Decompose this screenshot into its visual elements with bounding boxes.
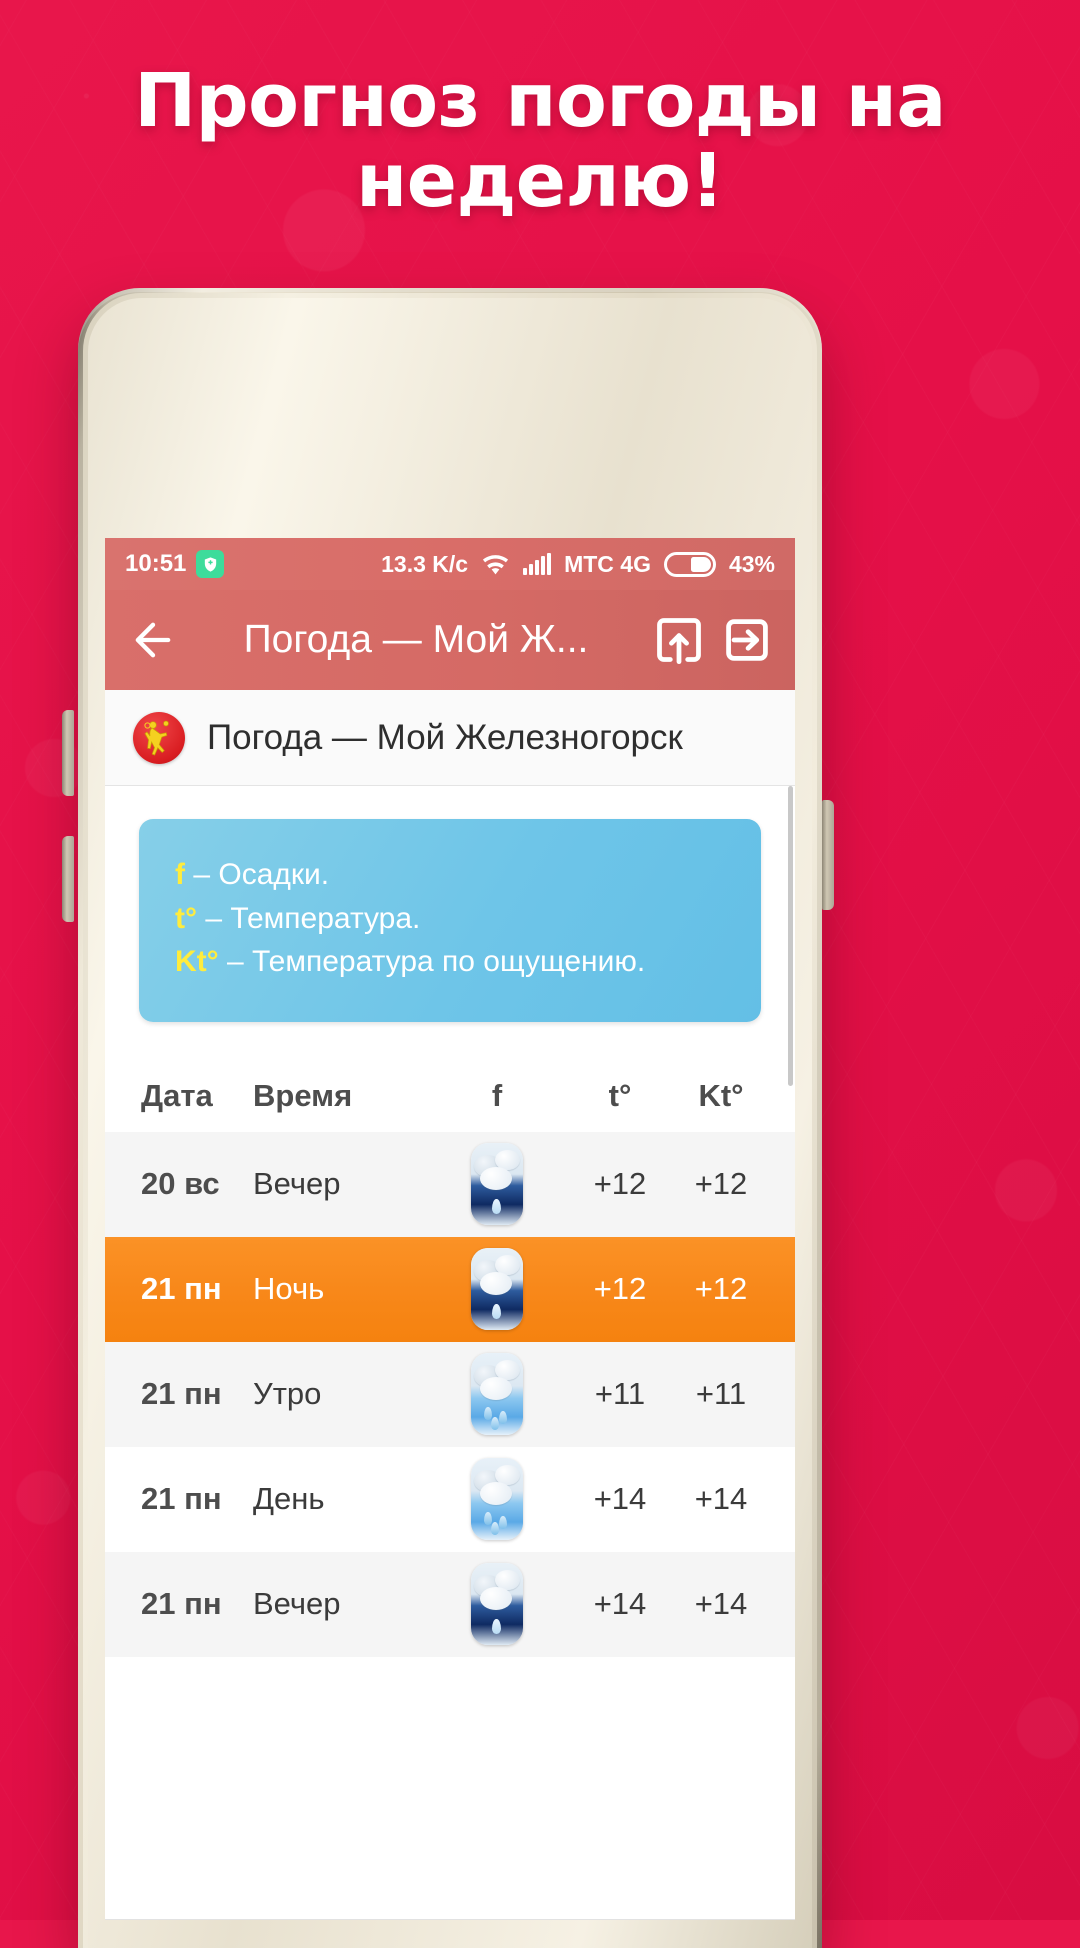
column-header-feels-like: Kt° <box>698 1077 744 1113</box>
volume-down-button[interactable] <box>62 836 74 922</box>
legend-text: – Температура. <box>197 901 421 935</box>
cell-date: 21 пн <box>141 1376 222 1411</box>
page-content: f – Осадки. t° – Температура. Kt° – Темп… <box>105 786 795 1919</box>
cell-feels-like: +14 <box>694 1481 748 1516</box>
cloudy-rain-day-icon <box>471 1353 523 1435</box>
battery-icon <box>663 551 716 577</box>
table-row[interactable]: 21 пн Ночь +12 +12 <box>105 1236 795 1342</box>
signal-bars-icon <box>523 553 552 575</box>
cell-temperature: +11 <box>594 1376 646 1411</box>
exit-icon[interactable] <box>721 614 773 666</box>
cell-temperature: +14 <box>593 1586 647 1621</box>
share-icon[interactable] <box>653 614 705 666</box>
promo-headline-line-2: неделю! <box>356 137 724 224</box>
cell-temperature: +14 <box>593 1481 647 1516</box>
legend-text: – Осадки. <box>185 858 330 891</box>
cloudy-rain-night-icon <box>471 1248 523 1330</box>
promo-headline: Прогноз погоды на неделю! <box>0 58 1080 224</box>
table-row[interactable]: 21 пн Утро +11 +11 <box>105 1341 795 1447</box>
app-bar: Погода — Мой Ж... <box>105 590 795 690</box>
cell-temperature: +12 <box>593 1166 647 1201</box>
legend-item: Kt° – Температура по ощущению. <box>175 940 725 984</box>
cell-precipitation <box>429 1353 565 1435</box>
status-time: 10:51 <box>125 550 187 577</box>
cell-feels-like: +11 <box>695 1376 747 1411</box>
volume-up-button[interactable] <box>62 710 74 796</box>
cell-date: 21 пн <box>141 1481 222 1516</box>
cell-time: Утро <box>253 1376 322 1411</box>
page-title: Погода — Мой Железногорск <box>207 717 683 757</box>
cell-precipitation <box>429 1248 565 1330</box>
data-rate-label: 13.3 K/c <box>381 550 469 577</box>
table-row[interactable]: 21 пн День +14 +14 <box>105 1447 795 1552</box>
legend-text: – Температура по ощущению. <box>218 945 646 978</box>
cell-temperature: +12 <box>593 1271 647 1306</box>
status-bar: 10:51 13.3 K/c MTC 4G 43% <box>105 538 795 590</box>
legend-key: f <box>175 858 185 891</box>
page-header: Погода — Мой Железногорск <box>105 690 795 786</box>
cell-feels-like: +12 <box>694 1271 748 1306</box>
cell-time: Ночь <box>253 1271 325 1306</box>
cell-date: 21 пн <box>141 1586 222 1621</box>
cloudy-rain-day-icon <box>471 1458 523 1540</box>
battery-percent-label: 43% <box>728 550 775 577</box>
cell-precipitation <box>429 1563 565 1645</box>
carrier-label: MTC 4G <box>564 550 651 577</box>
table-header-row: Дата Время f t° Kt° <box>105 1059 795 1132</box>
cloudy-rain-night-icon <box>471 1563 523 1645</box>
power-button[interactable] <box>822 800 834 910</box>
column-header-date: Дата <box>141 1077 213 1113</box>
back-arrow-icon[interactable] <box>127 614 179 666</box>
wifi-icon <box>481 553 510 576</box>
forecast-table: Дата Время f t° Kt° 20 вс Вечер +12 +12 21 п… <box>105 1059 795 1657</box>
cell-date: 20 вс <box>141 1166 220 1201</box>
legend-key: Kt° <box>175 945 219 978</box>
cloudy-rain-night-icon <box>471 1143 523 1225</box>
phone-screen: 10:51 13.3 K/c MTC 4G 43% Погода — Мой Ж… <box>105 538 795 1920</box>
cell-time: День <box>253 1481 325 1516</box>
cell-time: Вечер <box>253 1166 341 1201</box>
promo-headline-line-1: Прогноз погоды на <box>134 58 946 144</box>
column-header-time: Время <box>253 1077 353 1113</box>
scrollbar[interactable] <box>788 786 793 1086</box>
column-header-temperature: t° <box>608 1077 632 1113</box>
app-bar-title: Погода — Мой Ж... <box>243 618 589 661</box>
table-row[interactable]: 20 вс Вечер +12 +12 <box>105 1131 795 1237</box>
cell-date: 21 пн <box>141 1271 222 1306</box>
bear-emblem-icon <box>144 720 169 755</box>
cell-time: Вечер <box>253 1586 341 1621</box>
cell-precipitation <box>429 1143 565 1225</box>
column-header-precipitation: f <box>491 1077 503 1113</box>
legend-key: t° <box>175 901 197 935</box>
table-row[interactable]: 21 пн Вечер +14 +14 <box>105 1551 795 1657</box>
avatar[interactable] <box>133 711 185 764</box>
legend-item: t° – Температура. <box>175 897 725 941</box>
cell-feels-like: +12 <box>694 1166 748 1201</box>
legend-item: f – Осадки. <box>175 853 725 897</box>
legend-box: f – Осадки. t° – Температура. Kt° – Темп… <box>139 819 761 1022</box>
cell-precipitation <box>429 1458 565 1540</box>
cell-feels-like: +14 <box>694 1586 748 1621</box>
shield-icon <box>196 550 225 578</box>
